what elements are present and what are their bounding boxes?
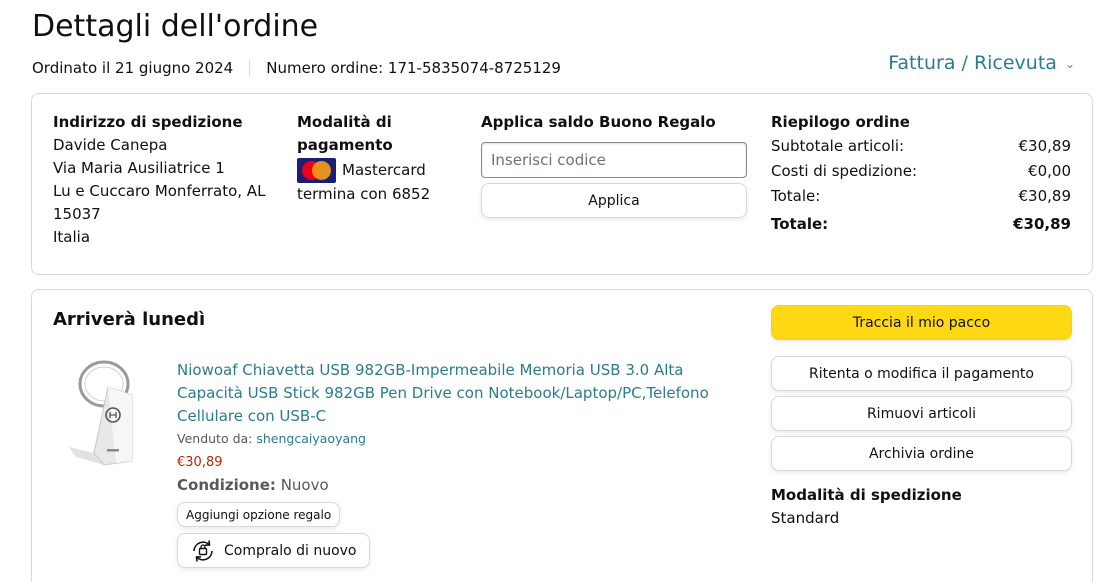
- product-title-link[interactable]: Niowoaf Chiavetta USB 982GB-Impermeabile…: [177, 359, 717, 428]
- summary-title: Riepilogo ordine: [771, 113, 910, 131]
- address-zip: 15037: [53, 205, 101, 223]
- order-date: Ordinato il 21 giugno 2024: [32, 59, 234, 77]
- invoice-link-label[interactable]: Fattura / Ricevuta: [888, 52, 1057, 74]
- gift-code-input[interactable]: [481, 142, 747, 178]
- condition-label: Condizione:: [177, 476, 276, 494]
- sold-by: Venduto da: shengcaiyaoyang: [177, 431, 366, 446]
- page-title: Dettagli dell'ordine: [32, 9, 319, 44]
- summary-label: Costi di spedizione:: [771, 162, 918, 180]
- summary-label: Subtotale articoli:: [771, 137, 905, 155]
- shipping-address-title: Indirizzo di spedizione: [53, 113, 243, 131]
- summary-row-total: Totale: €30,89: [771, 184, 1071, 209]
- address-street: Via Maria Ausiliatrice 1: [53, 159, 225, 177]
- remove-items-button[interactable]: Rimuovi articoli: [771, 396, 1072, 431]
- order-info-card: Indirizzo di spedizione Davide Canepa Vi…: [31, 93, 1093, 275]
- summary-value: €0,00: [1028, 162, 1071, 180]
- sold-by-label: Venduto da:: [177, 431, 253, 446]
- condition-value: Nuovo: [280, 476, 329, 494]
- shipment-actions: Traccia il mio pacco Ritenta o modifica …: [771, 305, 1072, 527]
- buy-again-label: Compralo di nuovo: [224, 542, 357, 559]
- order-meta: Ordinato il 21 giugno 2024 Numero ordine…: [32, 59, 561, 77]
- track-package-button[interactable]: Traccia il mio pacco: [771, 305, 1072, 340]
- add-gift-option-button[interactable]: Aggiungi opzione regalo: [177, 502, 341, 527]
- gift-card-section: Applica saldo Buono Regalo Applica: [481, 111, 747, 218]
- summary-row-grand-total: Totale: €30,89: [771, 212, 1071, 237]
- address-city: Lu e Cuccaro Monferrato, AL: [53, 182, 266, 200]
- apply-button[interactable]: Applica: [481, 183, 747, 218]
- seller-link[interactable]: shengcaiyaoyang: [256, 431, 366, 446]
- shipping-method-value: Standard: [771, 509, 840, 527]
- mastercard-logo-icon: [297, 158, 336, 183]
- summary-value: €30,89: [1018, 187, 1072, 205]
- retry-payment-button[interactable]: Ritenta o modifica il pagamento: [771, 356, 1072, 391]
- order-number: Numero ordine: 171-5835074-8725129: [266, 59, 561, 77]
- shipment-card: Arriverà lunedì Niowoaf Chiavetta USB 98…: [31, 289, 1093, 582]
- item-price: €30,89: [177, 455, 223, 470]
- invoice-dropdown[interactable]: Fattura / Ricevuta ⌄: [888, 52, 1075, 74]
- grand-total-label: Totale:: [771, 215, 829, 233]
- gift-card-title: Applica saldo Buono Regalo: [481, 113, 716, 131]
- summary-row-subtotal: Subtotale articoli: €30,89: [771, 134, 1071, 159]
- shipping-address-section: Indirizzo di spedizione Davide Canepa Vi…: [53, 111, 265, 249]
- buy-again-button[interactable]: Compralo di nuovo: [177, 533, 370, 568]
- product-image[interactable]: [64, 357, 144, 467]
- grand-total-value: €30,89: [1013, 215, 1071, 233]
- payment-title-line1: Modalità di: [297, 113, 392, 131]
- summary-row-shipping: Costi di spedizione: €0,00: [771, 159, 1071, 184]
- card-name: Mastercard: [342, 161, 426, 179]
- payment-card-row: Mastercard: [297, 158, 430, 183]
- summary-value: €30,89: [1018, 137, 1072, 155]
- shipping-method-title: Modalità di spedizione: [771, 486, 962, 504]
- address-name: Davide Canepa: [53, 136, 168, 154]
- divider: [249, 60, 251, 76]
- summary-label: Totale:: [771, 187, 821, 205]
- order-summary-section: Riepilogo ordine Subtotale articoli: €30…: [771, 111, 1071, 237]
- chevron-down-icon: ⌄: [1064, 57, 1075, 71]
- payment-title-line2: pagamento: [297, 136, 393, 154]
- arrival-status: Arriverà lunedì: [53, 309, 206, 330]
- item-condition: Condizione: Nuovo: [177, 476, 329, 494]
- address-country: Italia: [53, 228, 91, 246]
- buy-again-icon: [190, 538, 216, 564]
- card-ending: termina con 6852: [297, 185, 431, 203]
- payment-section: Modalità di pagamento Mastercard termina…: [297, 111, 430, 206]
- archive-order-button[interactable]: Archivia ordine: [771, 436, 1072, 471]
